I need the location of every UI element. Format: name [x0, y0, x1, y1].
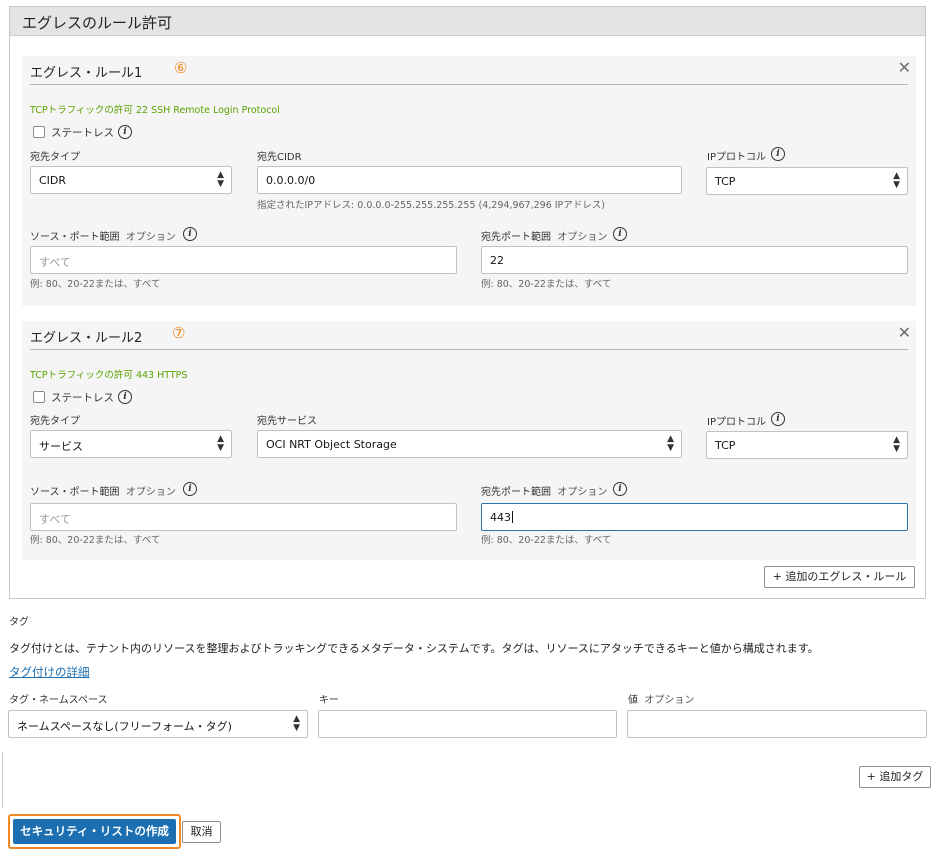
info-icon[interactable]: i: [183, 227, 197, 241]
egress-rule-1: エグレス・ルール1 ⑥ ✕ TCPトラフィックの許可 22 SSH Remote…: [22, 56, 916, 306]
src-port-label: ソース・ポート範囲 オプション: [30, 483, 176, 498]
divider: [30, 84, 908, 85]
tag-key-input[interactable]: [318, 710, 617, 738]
dest-service-value: OCI NRT Object Storage: [266, 438, 397, 451]
dst-port-input[interactable]: 22: [481, 246, 908, 274]
stateless-checkbox[interactable]: [33, 391, 45, 403]
protocol-select[interactable]: TCP ▲ ▼: [706, 167, 908, 195]
step-badge: ⑦: [172, 324, 186, 342]
dst-port-label: 宛先ポート範囲 オプション: [481, 483, 607, 498]
dest-type-value: サービス: [39, 440, 83, 453]
dest-type-value: CIDR: [39, 174, 67, 187]
src-port-label-text: ソース・ポート範囲: [30, 487, 120, 498]
src-port-input[interactable]: すべて: [30, 246, 457, 274]
info-icon[interactable]: i: [118, 125, 132, 139]
egress-rules-section: エグレスのルール許可 エグレス・ルール1 ⑥ ✕ TCPトラフィックの許可 22…: [9, 6, 926, 599]
info-icon[interactable]: i: [771, 412, 785, 426]
dest-cidr-input[interactable]: 0.0.0.0/0: [257, 166, 682, 194]
optional-label: オプション: [125, 487, 176, 498]
rule-description: TCPトラフィックの許可 22 SSH Remote Login Protoco…: [30, 105, 280, 116]
src-port-label-text: ソース・ポート範囲: [30, 232, 120, 243]
info-icon[interactable]: i: [118, 390, 132, 404]
protocol-select[interactable]: TCP ▲ ▼: [706, 431, 908, 459]
protocol-label: IPプロトコル: [707, 417, 766, 428]
add-tag-button[interactable]: + 追加タグ: [859, 766, 931, 788]
dst-port-label: 宛先ポート範囲 オプション: [481, 228, 607, 243]
dest-service-select[interactable]: OCI NRT Object Storage ▲ ▼: [257, 430, 682, 458]
dest-type-select[interactable]: サービス ▲ ▼: [30, 430, 232, 458]
divider: [30, 349, 908, 350]
src-port-placeholder: すべて: [39, 256, 71, 269]
src-port-hint: 例: 80、20-22または、すべて: [30, 279, 161, 290]
text-caret: [512, 511, 513, 523]
close-icon[interactable]: ✕: [898, 58, 911, 77]
dst-port-label-text: 宛先ポート範囲: [481, 232, 551, 243]
dst-port-hint: 例: 80、20-22または、すべて: [481, 279, 612, 290]
chevron-updown-icon: ▲ ▼: [293, 714, 300, 733]
rule-description: TCPトラフィックの許可 443 HTTPS: [30, 370, 188, 381]
dst-port-value: 22: [490, 254, 504, 267]
optional-label: オプション: [557, 232, 608, 243]
tag-value-label-text: 値: [628, 695, 638, 706]
info-icon[interactable]: i: [771, 147, 785, 161]
src-port-input[interactable]: すべて: [30, 503, 457, 531]
tags-title: タグ: [9, 617, 29, 628]
dst-port-value: 443: [490, 511, 511, 524]
stateless-label: ステートレス: [51, 127, 114, 139]
rule-title: エグレス・ルール2: [30, 331, 143, 346]
divider: [2, 752, 3, 808]
tags-description: タグ付けとは、テナント内のリソースを整理およびトラッキングできるメタデータ・シス…: [9, 642, 819, 655]
tag-namespace-value: ネームスペースなし(フリーフォーム・タグ): [17, 720, 232, 733]
tag-value-input[interactable]: [627, 710, 927, 738]
stateless-checkbox[interactable]: [33, 126, 45, 138]
optional-label: オプション: [644, 695, 695, 706]
tag-key-label: キー: [319, 695, 339, 706]
dst-port-hint: 例: 80、20-22または、すべて: [481, 535, 612, 546]
close-icon[interactable]: ✕: [898, 323, 911, 342]
dest-cidr-hint: 指定されたIPアドレス: 0.0.0.0-255.255.255.255 (4,…: [257, 200, 605, 211]
cancel-button[interactable]: 取消: [182, 821, 221, 843]
tags-learn-more-link[interactable]: タグ付けの詳細: [9, 664, 90, 680]
section-header: エグレスのルール許可: [10, 7, 925, 36]
egress-rule-2: エグレス・ルール2 ⑦ ✕ TCPトラフィックの許可 443 HTTPS ステー…: [22, 321, 916, 560]
tag-namespace-label: タグ・ネームスペース: [9, 695, 108, 706]
protocol-value: TCP: [715, 175, 736, 188]
optional-label: オプション: [125, 232, 176, 243]
create-security-list-button[interactable]: セキュリティ・リストの作成: [13, 819, 176, 844]
dest-type-label: 宛先タイプ: [30, 152, 80, 163]
stateless-label: ステートレス: [51, 392, 114, 404]
dest-cidr-value: 0.0.0.0/0: [266, 174, 316, 187]
rule-title: エグレス・ルール1: [30, 66, 143, 81]
add-egress-rule-button[interactable]: + 追加のエグレス・ルール: [764, 566, 915, 588]
tag-value-label: 値 オプション: [628, 691, 694, 706]
chevron-updown-icon: ▲ ▼: [217, 434, 224, 453]
dest-type-label: 宛先タイプ: [30, 416, 80, 427]
protocol-value: TCP: [715, 439, 736, 452]
src-port-placeholder: すべて: [39, 513, 71, 526]
section-title: エグレスのルール許可: [22, 14, 173, 32]
dest-type-select[interactable]: CIDR ▲ ▼: [30, 166, 232, 194]
chevron-updown-icon: ▲ ▼: [893, 435, 900, 454]
info-icon[interactable]: i: [613, 482, 627, 496]
dst-port-input[interactable]: 443: [481, 503, 908, 531]
src-port-hint: 例: 80、20-22または、すべて: [30, 535, 161, 546]
dest-service-label: 宛先サービス: [257, 416, 317, 427]
dest-cidr-label: 宛先CIDR: [257, 152, 302, 163]
chevron-updown-icon: ▲ ▼: [893, 171, 900, 190]
src-port-label: ソース・ポート範囲 オプション: [30, 228, 176, 243]
dst-port-value-wrap: 443: [490, 511, 513, 524]
chevron-updown-icon: ▲ ▼: [667, 434, 674, 453]
protocol-label: IPプロトコル: [707, 152, 766, 163]
chevron-updown-icon: ▲ ▼: [217, 170, 224, 189]
info-icon[interactable]: i: [183, 482, 197, 496]
optional-label: オプション: [557, 487, 608, 498]
step-badge: ⑥: [174, 59, 188, 77]
tag-namespace-select[interactable]: ネームスペースなし(フリーフォーム・タグ) ▲ ▼: [8, 710, 308, 738]
info-icon[interactable]: i: [613, 227, 627, 241]
dst-port-label-text: 宛先ポート範囲: [481, 487, 551, 498]
